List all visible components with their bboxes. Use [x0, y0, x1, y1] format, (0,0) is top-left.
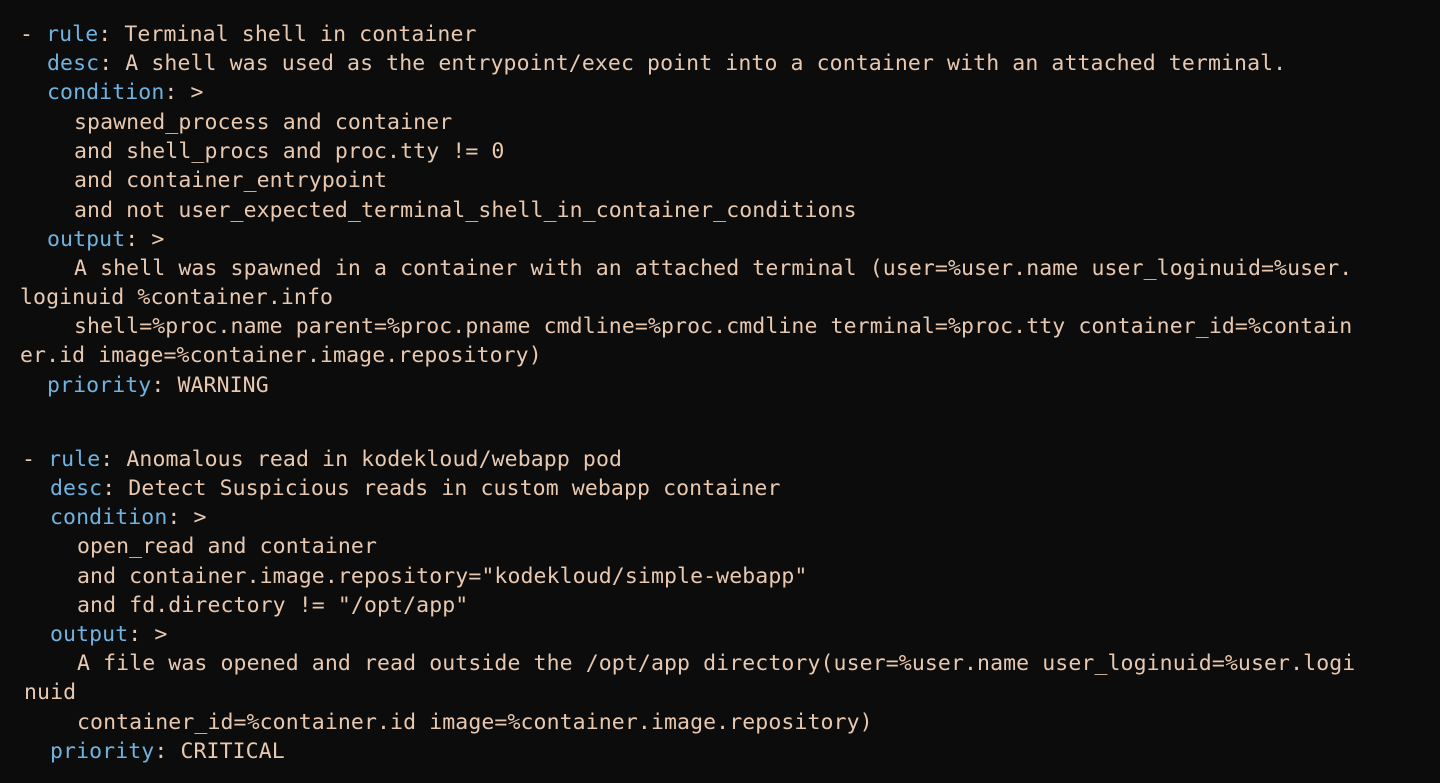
condition-line: condition: > — [47, 80, 204, 105]
rule-name: Anomalous read in kodekloud/webapp pod — [126, 447, 623, 472]
output-text: nuid — [24, 680, 77, 705]
rule-name: Terminal shell in container — [124, 22, 477, 47]
desc-value: A shell was used as the entrypoint/exec … — [125, 51, 1287, 76]
output-key: output — [47, 227, 126, 252]
priority-key: priority — [50, 739, 155, 764]
desc-key: desc — [50, 476, 103, 501]
condition-key: condition — [50, 505, 168, 530]
output-line: output: > — [47, 227, 165, 252]
condition-expression: and not user_expected_terminal_shell_in_… — [74, 198, 857, 223]
condition-line: condition: > — [50, 505, 207, 530]
condition-expression: open_read and container — [77, 534, 378, 559]
condition-expression: and fd.directory != "/opt/app" — [77, 593, 469, 618]
condition-key: condition — [47, 80, 165, 105]
desc-line: desc: A shell was used as the entrypoint… — [47, 51, 1287, 76]
output-text: shell=%proc.name parent=%proc.pname cmdl… — [74, 314, 1353, 339]
list-dash: - — [22, 447, 49, 472]
priority-value: CRITICAL — [180, 739, 285, 764]
list-dash: - — [20, 22, 47, 47]
output-text: container_id=%container.id image=%contai… — [77, 710, 873, 735]
condition-marker: > — [190, 80, 204, 105]
rule-key: rule — [46, 22, 99, 47]
output-key: output — [50, 622, 129, 647]
output-marker: > — [151, 227, 165, 252]
condition-marker: > — [193, 505, 207, 530]
rule-key: rule — [48, 447, 101, 472]
output-marker: > — [154, 622, 168, 647]
condition-expression: spawned_process and container — [74, 110, 453, 135]
condition-expression: and shell_procs and proc.tty != 0 — [74, 139, 505, 164]
output-text: loginuid %container.info — [20, 285, 334, 310]
desc-key: desc — [47, 51, 100, 76]
terminal-window: - rule: Terminal shell in container desc… — [0, 0, 1440, 783]
priority-line: priority: WARNING — [47, 373, 269, 398]
priority-value: WARNING — [177, 373, 269, 398]
rule-line: - rule: Anomalous read in kodekloud/weba… — [22, 447, 623, 472]
output-text: A file was opened and read outside the /… — [77, 651, 1356, 676]
output-text: A shell was spawned in a container with … — [74, 256, 1353, 281]
rule-line: - rule: Terminal shell in container — [20, 22, 477, 47]
condition-expression: and container.image.repository="kodeklou… — [77, 564, 808, 589]
output-line: output: > — [50, 622, 168, 647]
desc-line: desc: Detect Suspicious reads in custom … — [50, 476, 781, 501]
desc-value: Detect Suspicious reads in custom webapp… — [128, 476, 781, 501]
priority-key: priority — [47, 373, 152, 398]
priority-line: priority: CRITICAL — [50, 739, 285, 764]
output-text: er.id image=%container.image.repository) — [20, 343, 542, 368]
condition-expression: and container_entrypoint — [74, 168, 388, 193]
